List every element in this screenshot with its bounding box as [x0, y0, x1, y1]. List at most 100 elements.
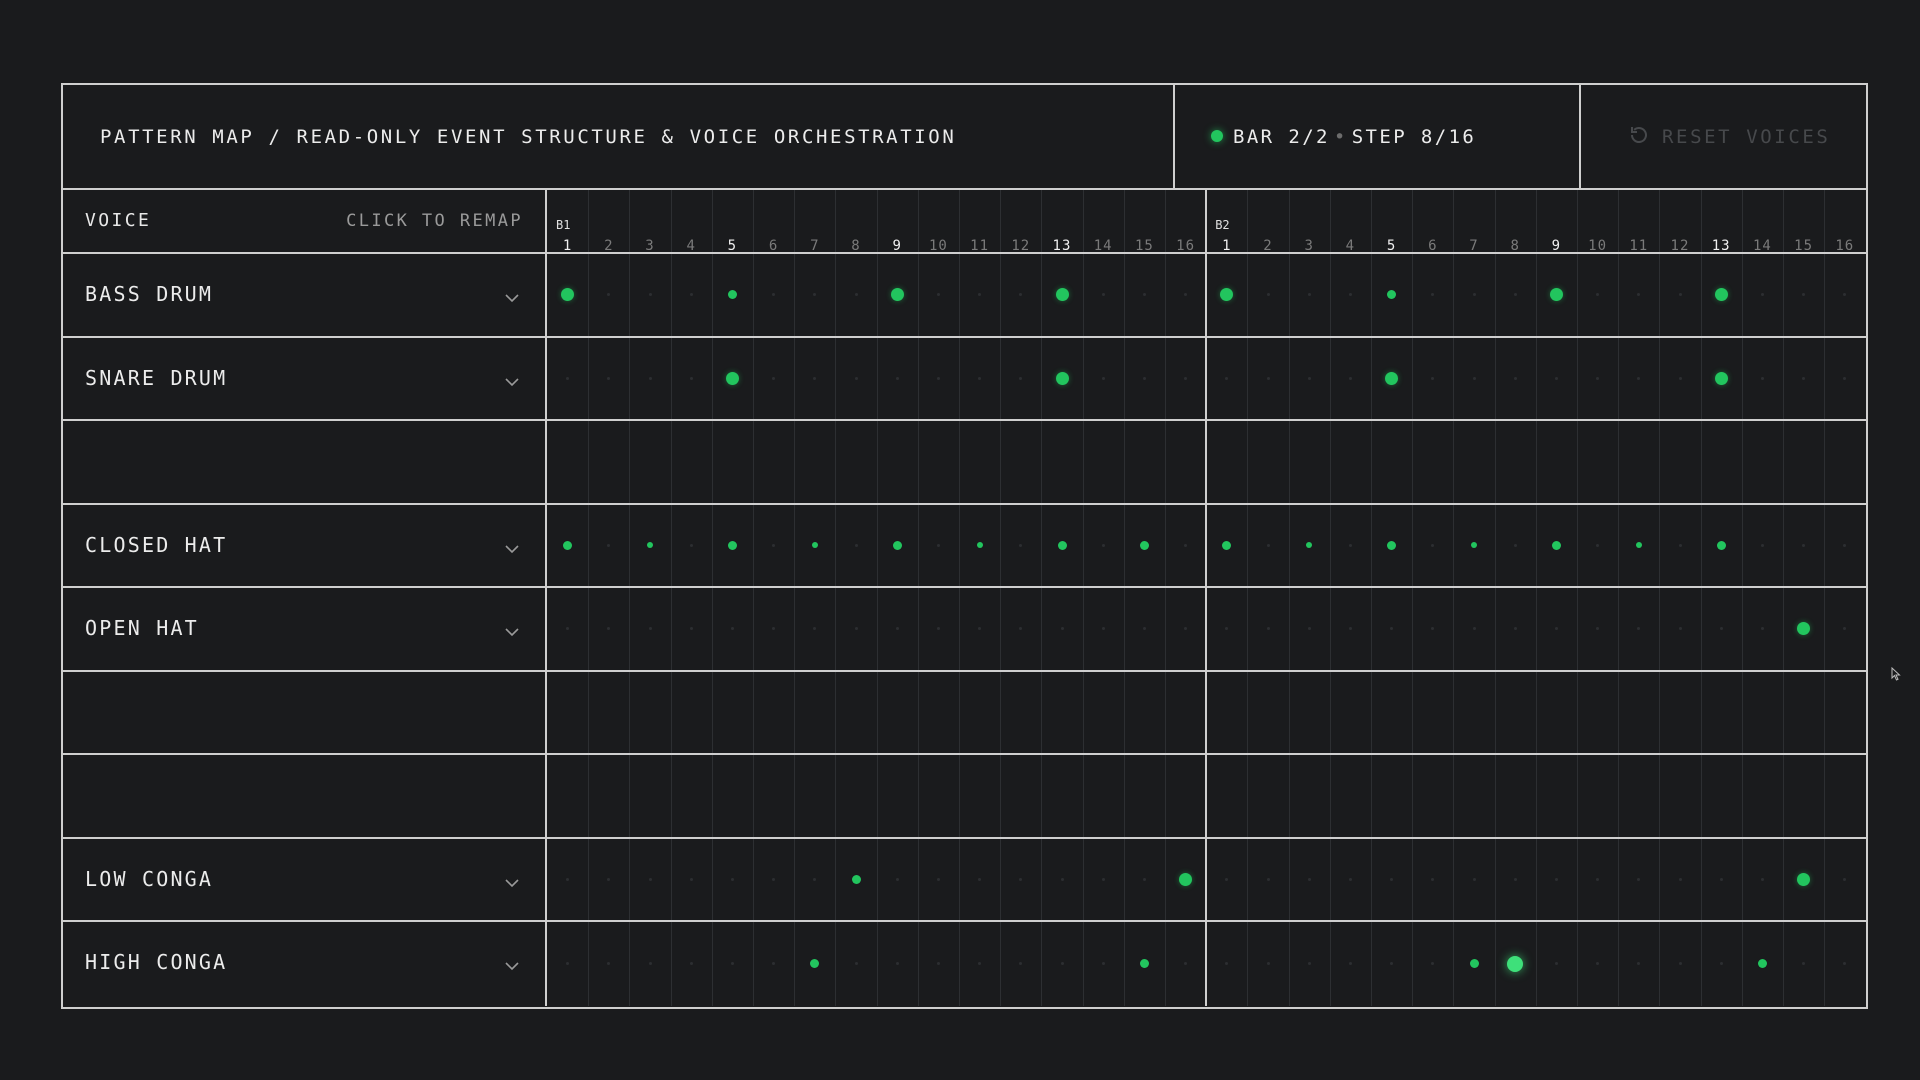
step-gridline [629, 922, 631, 1006]
empty-step [1184, 962, 1188, 966]
step-gridline [588, 671, 590, 753]
step-gridline [1700, 190, 1702, 252]
reset-voices-button[interactable]: RESET VOICES [1628, 85, 1830, 193]
step-gridline [1288, 838, 1290, 920]
step-gridline [711, 838, 713, 920]
voice-row[interactable]: HIGH CONGA [63, 922, 545, 1006]
step-gridline [1618, 922, 1620, 1006]
empty-step [1019, 877, 1023, 881]
step-gridline [1535, 588, 1537, 670]
step-gridline [1123, 254, 1125, 336]
empty-step [1142, 877, 1146, 881]
step-event [1469, 959, 1479, 969]
step-gridline [959, 254, 960, 336]
step-gridline [1412, 421, 1414, 503]
step-gridline [1618, 504, 1620, 586]
step-header-cell: B2 1 [1206, 190, 1247, 254]
step-event [890, 288, 904, 302]
empty-step [648, 877, 652, 881]
empty-step [1637, 293, 1641, 297]
step-gridline [1453, 337, 1455, 419]
chevron-down-icon[interactable] [505, 956, 519, 975]
step-gridline [670, 838, 672, 920]
step-number: 5 [727, 238, 738, 254]
step-gridline [1783, 337, 1784, 419]
step-gridline [1824, 755, 1826, 837]
step-gridline [835, 671, 837, 753]
empty-step [1142, 293, 1146, 297]
step-gridline [1247, 838, 1249, 920]
chevron-down-icon[interactable] [505, 622, 519, 641]
step-gridline [1000, 190, 1002, 252]
step-gridline [1000, 838, 1002, 920]
chevron-down-icon[interactable] [505, 288, 519, 307]
panel-header: PATTERN MAP / READ-ONLY EVENT STRUCTURE … [63, 85, 1866, 190]
empty-step [1266, 627, 1270, 631]
bar-divider [1205, 922, 1208, 1006]
step-gridline [1494, 337, 1496, 419]
step-gridline [876, 421, 878, 503]
step-gridline [1412, 755, 1414, 837]
step-gridline [917, 671, 919, 753]
step-number: 7 [810, 238, 820, 254]
step-gridline [753, 190, 754, 252]
step-gridline [670, 337, 672, 419]
voice-name: HIGH CONGA [85, 950, 228, 974]
step-row [547, 922, 1866, 1006]
empty-voice-slot[interactable] [63, 672, 545, 755]
step-header-cell: 5 [1371, 190, 1412, 254]
empty-step [648, 627, 652, 631]
step-gridline [1700, 588, 1702, 670]
step-gridline [876, 588, 878, 670]
chevron-down-icon[interactable] [505, 873, 519, 892]
step-gridline [1329, 755, 1331, 837]
step-gridline [1371, 922, 1372, 1006]
step-gridline [1741, 337, 1743, 419]
step-position: STEP 8/16 [1351, 126, 1477, 148]
step-gridline [1082, 671, 1084, 753]
empty-step [1060, 877, 1064, 881]
empty-step [895, 962, 899, 966]
step-gridline [670, 254, 672, 336]
step-gridline [670, 504, 672, 586]
empty-step [730, 877, 734, 881]
empty-step [813, 293, 817, 297]
empty-voice-slot[interactable] [63, 421, 545, 505]
step-gridline [1577, 588, 1578, 670]
step-event [1306, 542, 1313, 549]
step-gridline [1453, 922, 1455, 1006]
step-gridline [670, 190, 672, 252]
voice-row[interactable]: BASS DRUM [63, 254, 545, 338]
voice-row[interactable]: LOW CONGA [63, 839, 545, 922]
step-gridline [1783, 671, 1784, 753]
step-gridline [1494, 504, 1496, 586]
step-gridline [1577, 337, 1578, 419]
step-gridline [917, 922, 919, 1006]
step-gridline [1412, 337, 1414, 419]
chevron-down-icon[interactable] [505, 539, 519, 558]
empty-voice-slot[interactable] [63, 755, 545, 839]
chevron-down-icon[interactable] [505, 372, 519, 391]
step-gridline [711, 421, 713, 503]
empty-step [1760, 877, 1764, 881]
step-number: 11 [970, 238, 990, 254]
voice-row[interactable]: OPEN HAT [63, 588, 545, 672]
step-number: 1 [562, 238, 573, 254]
step-number: 10 [1588, 238, 1608, 254]
empty-step [1431, 293, 1435, 297]
empty-step [978, 627, 982, 631]
voice-column-header: VOICE CLICK TO REMAP [63, 190, 545, 254]
step-gridline [1700, 755, 1702, 837]
step-event [1635, 542, 1642, 549]
voice-row[interactable]: CLOSED HAT [63, 505, 545, 588]
step-gridline [1082, 838, 1084, 920]
step-gridline [1494, 838, 1496, 920]
step-gridline [1082, 337, 1084, 419]
step-gridline [794, 838, 796, 920]
empty-step [854, 543, 858, 547]
step-gridline [588, 504, 590, 586]
step-event [1551, 540, 1561, 550]
step-gridline [1535, 671, 1537, 753]
step-event [1714, 371, 1728, 385]
voice-row[interactable]: SNARE DRUM [63, 338, 545, 421]
